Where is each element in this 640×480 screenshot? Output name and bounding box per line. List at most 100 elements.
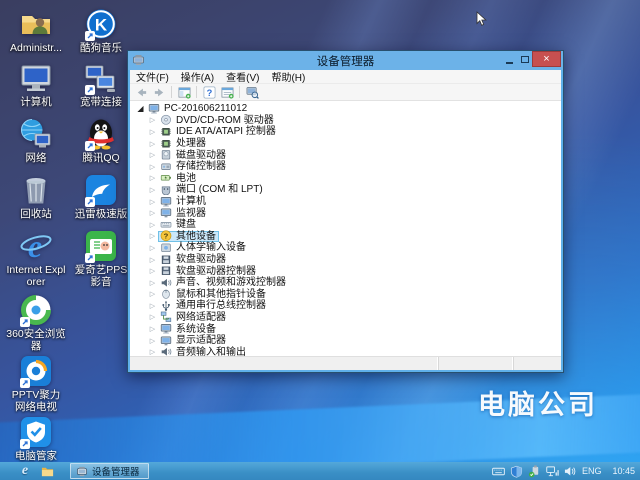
tree-item[interactable]: ▷计算机 (130, 196, 561, 208)
tree-item[interactable]: ▷DVD/CD-ROM 驱动器 (130, 115, 561, 127)
tree-item[interactable]: ▷存储控制器 (130, 161, 561, 173)
maximize-button[interactable] (517, 51, 532, 67)
tree-item[interactable]: ▷音频输入和输出 (130, 346, 561, 356)
tencent-qq-icon[interactable]: 腾讯QQ (71, 118, 131, 164)
desktop-icon-label: 爱奇艺PPS 影音 (71, 264, 131, 288)
console-tree-button[interactable] (176, 85, 192, 99)
expand-arrow-icon[interactable]: ▷ (147, 290, 158, 298)
clock[interactable]: 10:45 (612, 466, 635, 476)
collapse-arrow-icon[interactable]: ◢ (135, 104, 146, 113)
security-shield-icon[interactable] (510, 465, 523, 478)
expand-arrow-icon[interactable]: ▷ (147, 174, 158, 182)
desktop-icon-label: Internet Explorer (6, 264, 66, 288)
broadband-connection-icon[interactable]: 宽带连接 (71, 62, 131, 108)
volume-icon[interactable] (564, 465, 577, 478)
expand-arrow-icon[interactable]: ▷ (147, 232, 158, 240)
display-adapter-icon (160, 335, 173, 347)
network-status-icon[interactable] (546, 465, 559, 478)
tree-item[interactable]: ▷通用串行总线控制器 (130, 300, 561, 312)
tree-item[interactable]: ▷人体学输入设备 (130, 242, 561, 254)
expand-arrow-icon[interactable]: ▷ (147, 348, 158, 356)
360-browser-icon[interactable]: 360安全浏览器 (6, 294, 66, 352)
expand-arrow-icon[interactable]: ▷ (147, 116, 158, 124)
tree-item-label: 处理器 (176, 138, 206, 149)
expand-arrow-icon[interactable]: ▷ (147, 313, 158, 321)
expand-arrow-icon[interactable]: ▷ (147, 302, 158, 310)
expand-arrow-icon[interactable]: ▷ (147, 209, 158, 217)
menu-action[interactable]: 操作(A) (175, 69, 220, 84)
administrator-folder-icon[interactable]: Administr... (6, 8, 66, 54)
language-indicator[interactable]: ENG (582, 466, 602, 476)
tree-item[interactable]: ▷IDE ATA/ATAPI 控制器 (130, 126, 561, 138)
my-computer-icon[interactable]: 计算机 (6, 62, 66, 108)
usb-device-icon[interactable] (528, 465, 541, 478)
expand-arrow-icon[interactable]: ▷ (147, 198, 158, 206)
tree-item-label: 网络适配器 (176, 312, 226, 323)
recycle-bin-icon[interactable]: 回收站 (6, 174, 66, 220)
tree-item[interactable]: ▷ 软盘驱动器 (130, 254, 561, 266)
thunder-icon[interactable]: 迅雷极速版 (71, 174, 131, 220)
sound-video-game-icon (160, 277, 173, 289)
hid-icon (160, 242, 173, 254)
tree-item[interactable]: ▷ 网络适配器 (130, 312, 561, 324)
menu-view[interactable]: 查看(V) (220, 69, 265, 84)
expand-arrow-icon[interactable]: ▷ (147, 244, 158, 252)
tree-item-label: 其他设备 (176, 231, 216, 242)
tree-item-label: 电池 (176, 173, 196, 184)
tree-item-label: 显示适配器 (176, 335, 226, 346)
tree-item[interactable]: ▷ 处理器 (130, 138, 561, 150)
scan-hardware-button[interactable] (244, 85, 260, 99)
expand-arrow-icon[interactable]: ▷ (147, 256, 158, 264)
tree-item-label: 端口 (COM 和 LPT) (176, 184, 263, 195)
taskbar: e 设备管理器 ENG 10:45 (0, 462, 640, 480)
menu-bar: 文件(F) 操作(A) 查看(V) 帮助(H) (130, 70, 561, 84)
expand-arrow-icon[interactable]: ▷ (147, 337, 158, 345)
tree-item[interactable]: ▷监视器 (130, 207, 561, 219)
keyboard-icon (160, 219, 173, 231)
tencent-qq-icon (84, 118, 118, 151)
minimize-button[interactable] (502, 51, 517, 67)
shortcut-arrow-icon (85, 31, 95, 41)
pc-manager-icon[interactable]: 电脑管家 (6, 416, 66, 462)
kugou-music-icon[interactable]: K酷狗音乐 (71, 8, 131, 54)
back-button[interactable] (133, 85, 149, 99)
tree-item[interactable]: ▷ 电池 (130, 173, 561, 185)
menu-file[interactable]: 文件(F) (130, 69, 175, 84)
tree-item-label: 软盘驱动器 (176, 254, 226, 265)
tree-root[interactable]: ◢ PC-201606211012 (130, 103, 561, 115)
monitor-icon (160, 207, 173, 219)
menu-help[interactable]: 帮助(H) (265, 69, 311, 84)
tree-item[interactable]: ▷键盘 (130, 219, 561, 231)
expand-arrow-icon[interactable]: ▷ (147, 267, 158, 275)
expand-arrow-icon[interactable]: ▷ (147, 279, 158, 287)
touch-keyboard-icon[interactable] (492, 465, 505, 478)
tree-item[interactable]: ▷软盘驱动器控制器 (130, 265, 561, 277)
tree-item[interactable]: ▷ 端口 (COM 和 LPT) (130, 184, 561, 196)
iqiyi-pps-icon[interactable]: 爱奇艺PPS 影音 (71, 230, 131, 288)
expand-arrow-icon[interactable]: ▷ (147, 186, 158, 194)
taskbar-explorer-icon[interactable] (36, 462, 58, 480)
expand-arrow-icon[interactable]: ▷ (147, 221, 158, 229)
tree-item[interactable]: ▷系统设备 (130, 323, 561, 335)
expand-arrow-icon[interactable]: ▷ (147, 163, 158, 171)
taskbar-device-manager-button[interactable]: 设备管理器 (70, 463, 149, 479)
help-button[interactable]: ? (201, 85, 217, 99)
tree-item[interactable]: ▷ 显示适配器 (130, 335, 561, 347)
internet-explorer-icon[interactable]: eInternet Explorer (6, 230, 66, 288)
forward-button[interactable] (151, 85, 167, 99)
expand-arrow-icon[interactable]: ▷ (147, 128, 158, 136)
tree-item[interactable]: ▷?其他设备 (130, 231, 561, 243)
close-button[interactable]: × (532, 51, 561, 67)
pptv-icon[interactable]: PPTV聚力 网络电视 (6, 355, 66, 413)
taskbar-ie-icon[interactable]: e (14, 462, 36, 480)
tree-item[interactable]: ▷磁盘驱动器 (130, 149, 561, 161)
tree-item[interactable]: ▷声音、视频和游戏控制器 (130, 277, 561, 289)
expand-arrow-icon[interactable]: ▷ (147, 140, 158, 148)
properties-button[interactable] (219, 85, 235, 99)
broadband-connection-icon (84, 62, 118, 95)
network-icon[interactable]: 网络 (6, 118, 66, 164)
expand-arrow-icon[interactable]: ▷ (147, 325, 158, 333)
tree-item[interactable]: ▷鼠标和其他指针设备 (130, 289, 561, 301)
window-titlebar[interactable]: 设备管理器 × (128, 51, 563, 70)
expand-arrow-icon[interactable]: ▷ (147, 151, 158, 159)
